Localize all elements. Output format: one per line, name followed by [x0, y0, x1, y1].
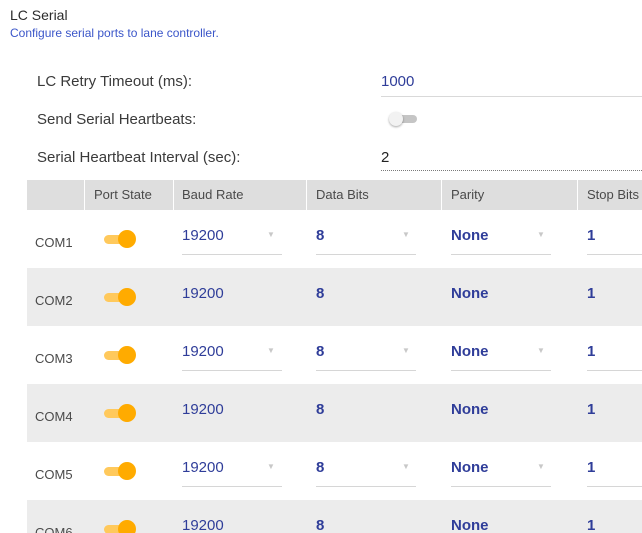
port-state-toggle[interactable] [102, 230, 136, 248]
caret-down-icon: ▼ [267, 346, 275, 355]
parity-select[interactable]: None [451, 343, 489, 360]
data-bits-select[interactable]: 8 [316, 343, 324, 360]
caret-down-icon: ▼ [402, 230, 410, 239]
select-underline [316, 254, 416, 255]
table-row: COM4 19200 8 None 1 [27, 384, 642, 442]
toggle-knob [118, 404, 136, 422]
column-header-port-state[interactable]: Port State [94, 187, 152, 202]
data-bits-select[interactable]: 8 [316, 401, 324, 418]
port-name: COM2 [35, 293, 73, 308]
port-name: COM6 [35, 525, 73, 533]
caret-down-icon: ▼ [537, 462, 545, 471]
data-bits-select[interactable]: 8 [316, 459, 324, 476]
baud-rate-select[interactable]: 19200 [182, 517, 224, 533]
baud-rate-select[interactable]: 19200 [182, 343, 224, 360]
table-row: COM1 19200 ▼ 8 ▼ None ▼ 1 [27, 210, 642, 268]
header-divider [173, 180, 174, 210]
stop-bits-select[interactable]: 1 [587, 459, 595, 476]
port-state-toggle[interactable] [102, 346, 136, 364]
column-header-stop-bits[interactable]: Stop Bits [587, 187, 639, 202]
parity-select[interactable]: None [451, 459, 489, 476]
column-header-parity[interactable]: Parity [451, 187, 484, 202]
retry-timeout-underline [381, 96, 642, 97]
parity-select[interactable]: None [451, 285, 489, 302]
port-state-toggle[interactable] [102, 462, 136, 480]
port-name: COM3 [35, 351, 73, 366]
caret-down-icon: ▼ [402, 346, 410, 355]
data-bits-select[interactable]: 8 [316, 285, 324, 302]
parity-select[interactable]: None [451, 401, 489, 418]
serial-ports-table: Port State Baud Rate Data Bits Parity St… [27, 180, 642, 533]
port-state-toggle[interactable] [102, 288, 136, 306]
header-divider [306, 180, 307, 210]
retry-timeout-label: LC Retry Timeout (ms): [37, 73, 193, 90]
header-divider [441, 180, 442, 210]
data-bits-select[interactable]: 8 [316, 227, 324, 244]
table-header: Port State Baud Rate Data Bits Parity St… [27, 180, 642, 210]
caret-down-icon: ▼ [537, 346, 545, 355]
baud-rate-select[interactable]: 19200 [182, 401, 224, 418]
select-underline [587, 370, 642, 371]
heartbeat-interval-input[interactable]: 2 [381, 149, 389, 166]
baud-rate-select[interactable]: 19200 [182, 285, 224, 302]
select-underline [182, 370, 282, 371]
port-name: COM4 [35, 409, 73, 424]
caret-down-icon: ▼ [267, 230, 275, 239]
select-underline [182, 486, 282, 487]
port-state-toggle[interactable] [102, 520, 136, 533]
parity-select[interactable]: None [451, 517, 489, 533]
port-name: COM5 [35, 467, 73, 482]
send-heartbeats-label: Send Serial Heartbeats: [37, 111, 197, 128]
stop-bits-select[interactable]: 1 [587, 285, 595, 302]
baud-rate-select[interactable]: 19200 [182, 459, 224, 476]
port-name: COM1 [35, 235, 73, 250]
caret-down-icon: ▼ [537, 230, 545, 239]
select-underline [316, 370, 416, 371]
select-underline [182, 254, 282, 255]
stop-bits-select[interactable]: 1 [587, 227, 595, 244]
baud-rate-select[interactable]: 19200 [182, 227, 224, 244]
toggle-knob [389, 112, 403, 126]
caret-down-icon: ▼ [267, 462, 275, 471]
column-header-data-bits[interactable]: Data Bits [316, 187, 369, 202]
retry-timeout-input[interactable]: 1000 [381, 73, 414, 90]
section-subtitle: Configure serial ports to lane controlle… [10, 26, 219, 40]
toggle-knob [118, 288, 136, 306]
toggle-knob [118, 520, 136, 533]
toggle-knob [118, 462, 136, 480]
toggle-knob [118, 346, 136, 364]
send-heartbeats-toggle[interactable] [389, 112, 421, 126]
select-underline [451, 486, 551, 487]
select-underline [451, 370, 551, 371]
parity-select[interactable]: None [451, 227, 489, 244]
heartbeat-interval-underline [381, 170, 642, 171]
port-state-toggle[interactable] [102, 404, 136, 422]
column-header-baud-rate[interactable]: Baud Rate [182, 187, 243, 202]
select-underline [451, 254, 551, 255]
caret-down-icon: ▼ [402, 462, 410, 471]
data-bits-select[interactable]: 8 [316, 517, 324, 533]
heartbeat-interval-label: Serial Heartbeat Interval (sec): [37, 149, 241, 166]
select-underline [316, 486, 416, 487]
toggle-knob [118, 230, 136, 248]
select-underline [587, 486, 642, 487]
select-underline [587, 254, 642, 255]
table-row: COM2 19200 8 None 1 [27, 268, 642, 326]
header-divider [577, 180, 578, 210]
table-row: COM6 19200 8 None 1 [27, 500, 642, 533]
stop-bits-select[interactable]: 1 [587, 343, 595, 360]
section-title: LC Serial [10, 7, 68, 23]
stop-bits-select[interactable]: 1 [587, 517, 595, 533]
header-divider [84, 180, 85, 210]
table-row: COM3 19200 ▼ 8 ▼ None ▼ 1 [27, 326, 642, 384]
table-row: COM5 19200 ▼ 8 ▼ None ▼ 1 [27, 442, 642, 500]
stop-bits-select[interactable]: 1 [587, 401, 595, 418]
